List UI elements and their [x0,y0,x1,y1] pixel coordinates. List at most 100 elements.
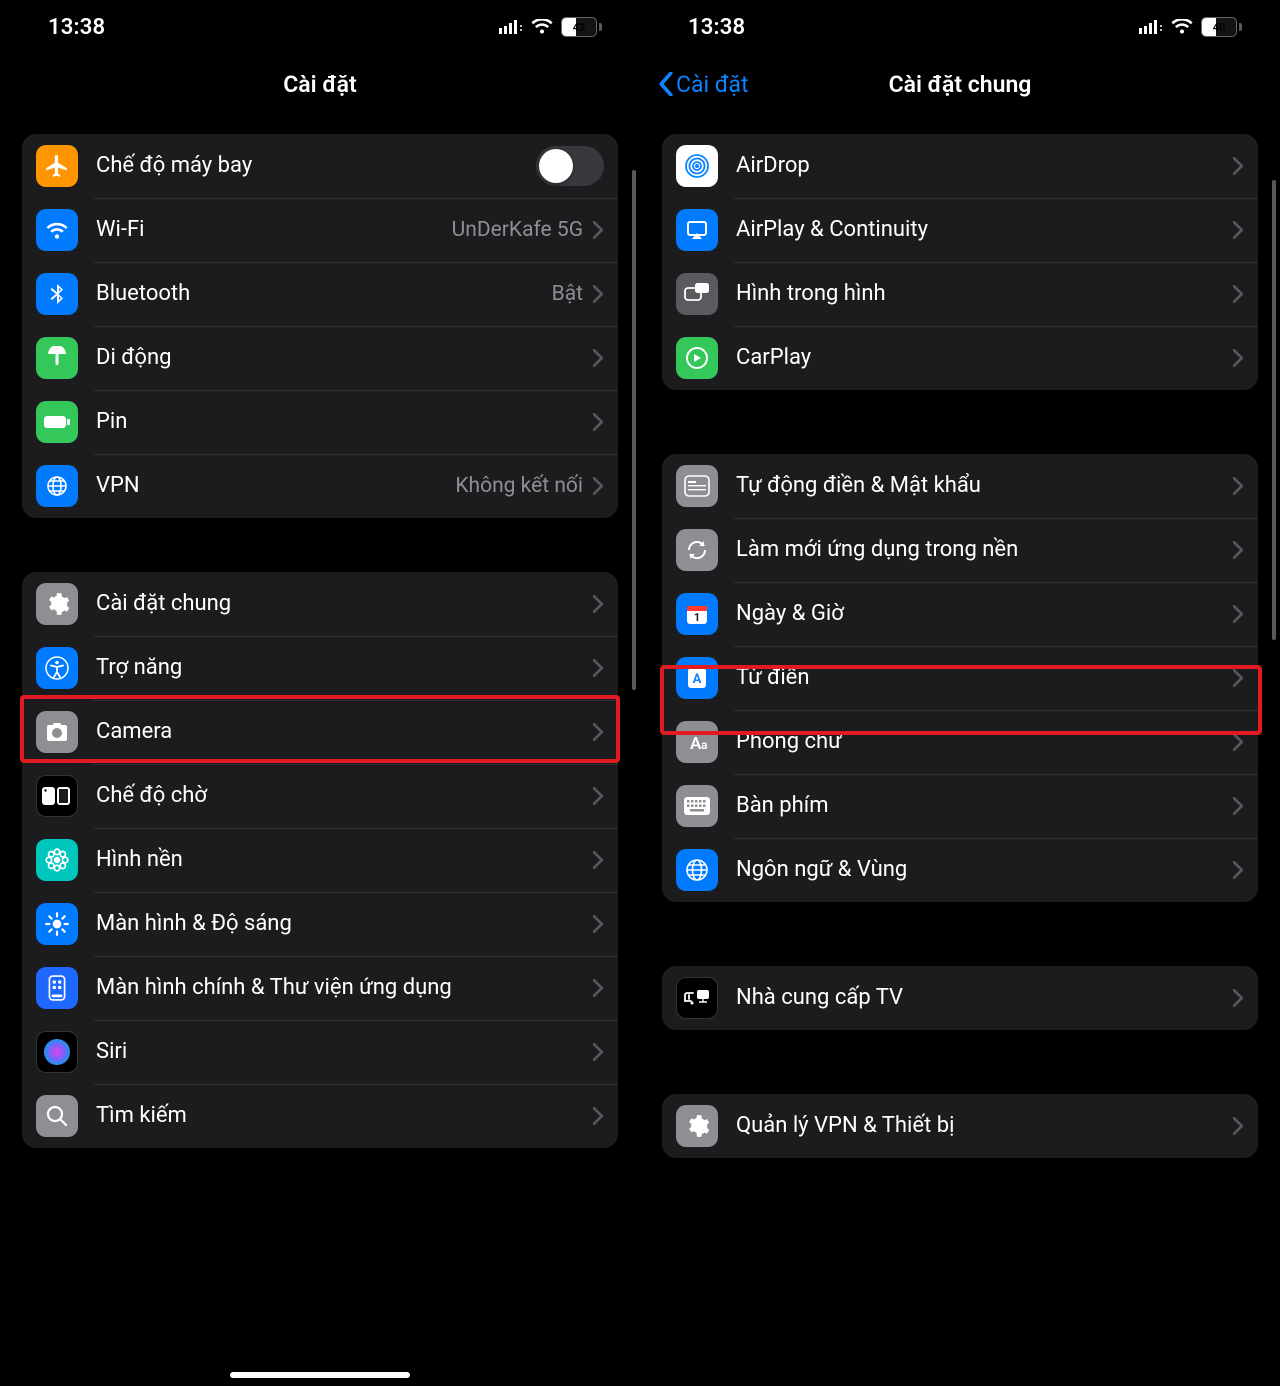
gear-icon [36,583,78,625]
row-label: Bluetooth [96,281,552,307]
chevron-right-icon [593,787,604,805]
row-label: Trợ năng [96,655,593,681]
scrollbar[interactable] [1272,180,1276,640]
row-label: Ngôn ngữ & Vùng [736,857,1233,883]
group-tv: Nhà cung cấp TV [662,966,1258,1030]
battery-indicator: 42 [561,17,602,37]
settings-row-homescreen[interactable]: Màn hình chính & Thư viện ứng dụng [22,956,618,1020]
status-icons: 40 [1139,17,1242,37]
wifi-icon [36,209,78,251]
chevron-right-icon [593,659,604,677]
airplay-icon [676,209,718,251]
toggle-switch[interactable] [536,146,604,186]
pip-icon [676,273,718,315]
standby-icon [36,775,78,817]
row-label: Siri [96,1039,593,1065]
settings-row-wallpaper[interactable]: Hình nền [22,828,618,892]
airplane-icon [36,145,78,187]
chevron-right-icon [593,915,604,933]
chevron-right-icon [1233,989,1244,1007]
tvprovider-icon [676,977,718,1019]
search-icon [36,1095,78,1137]
settings-row-carplay[interactable]: CarPlay [662,326,1258,390]
chevron-right-icon [1233,669,1244,687]
chevron-left-icon [658,72,674,96]
phone-right: 13:38 40 Cài đặt Cài đặt chung AirDropAi… [640,0,1280,1386]
row-detail: Bật [552,282,583,306]
row-label: Tìm kiếm [96,1103,593,1129]
settings-row-airplay[interactable]: AirPlay & Continuity [662,198,1258,262]
settings-row-refresh[interactable]: Làm mới ứng dụng trong nền [662,518,1258,582]
row-label: Bàn phím [736,793,1233,819]
chevron-right-icon [1233,477,1244,495]
settings-row-keyboard[interactable]: Bàn phím [662,774,1258,838]
row-label: Ngày & Giờ [736,601,1233,627]
row-label: Chế độ máy bay [96,153,536,179]
settings-row-camera[interactable]: Camera [22,700,618,764]
svg-text:A: A [693,672,702,687]
row-label: AirDrop [736,153,1233,179]
group-airdrop: AirDrop AirPlay & Continuity Hình trong hì… [662,134,1258,390]
group-vpn: Quản lý VPN & Thiết bị [662,1094,1258,1158]
cellular-icon [1139,20,1163,34]
row-label: VPN [96,473,455,499]
chevron-right-icon [1233,605,1244,623]
dictionary-icon: A [676,657,718,699]
vpndevice-icon [676,1105,718,1147]
settings-row-fonts[interactable]: AaPhông chữ [662,710,1258,774]
row-label: Cài đặt chung [96,591,593,617]
home-indicator[interactable] [230,1372,410,1378]
row-label: Từ điển [736,665,1233,691]
row-label: Hình trong hình [736,281,1233,307]
airdrop-icon [676,145,718,187]
settings-row-autofill[interactable]: Tự động điền & Mật khẩu [662,454,1258,518]
settings-row-wifi[interactable]: Wi-FiUnDerKafe 5G [22,198,618,262]
carplay-icon [676,337,718,379]
settings-row-brightness[interactable]: Màn hình & Độ sáng [22,892,618,956]
settings-row-pip[interactable]: Hình trong hình [662,262,1258,326]
scrollbar[interactable] [632,170,636,690]
settings-row-gear[interactable]: Cài đặt chung [22,572,618,636]
settings-row-dictionary[interactable]: A Từ điển [662,646,1258,710]
settings-row-search[interactable]: Tìm kiếm [22,1084,618,1148]
chevron-right-icon [593,285,604,303]
row-detail: Không kết nối [455,474,583,498]
settings-row-bluetooth[interactable]: BluetoothBật [22,262,618,326]
row-label: Quản lý VPN & Thiết bị [736,1113,1233,1139]
settings-row-battery[interactable]: Pin [22,390,618,454]
date-icon: 1 [676,593,718,635]
autofill-icon [676,465,718,507]
chevron-right-icon [593,349,604,367]
cellular-icon [499,20,523,34]
row-detail: UnDerKafe 5G [452,218,583,242]
settings-row-vpndevice[interactable]: Quản lý VPN & Thiết bị [662,1094,1258,1158]
back-button[interactable]: Cài đặt [658,54,749,114]
settings-row-cellular[interactable]: Di động [22,326,618,390]
settings-row-airplane[interactable]: Chế độ máy bay [22,134,618,198]
chevron-right-icon [593,1043,604,1061]
settings-row-standby[interactable]: Chế độ chờ [22,764,618,828]
settings-row-language[interactable]: Ngôn ngữ & Vùng [662,838,1258,902]
settings-row-siri[interactable]: Siri [22,1020,618,1084]
row-label: Tự động điền & Mật khẩu [736,473,1233,499]
status-time: 13:38 [688,15,745,40]
settings-row-tvprovider[interactable]: Nhà cung cấp TV [662,966,1258,1030]
settings-row-airdrop[interactable]: AirDrop [662,134,1258,198]
settings-row-globe[interactable]: VPNKhông kết nối [22,454,618,518]
settings-row-accessibility[interactable]: Trợ năng [22,636,618,700]
accessibility-icon [36,647,78,689]
nav-bar: Cài đặt Cài đặt chung [640,54,1280,114]
chevron-right-icon [1233,157,1244,175]
row-label: Màn hình & Độ sáng [96,911,593,937]
wifi-icon [1171,19,1193,35]
chevron-right-icon [593,477,604,495]
status-bar: 13:38 40 [640,0,1280,54]
chevron-right-icon [593,851,604,869]
settings-row-date[interactable]: 1 Ngày & Giờ [662,582,1258,646]
row-label: AirPlay & Continuity [736,217,1233,243]
row-label: Phông chữ [736,729,1233,755]
chevron-right-icon [593,1107,604,1125]
group-general: Cài đặt chung Trợ năng CameraChế độ chờHìn… [22,572,618,1148]
chevron-right-icon [593,413,604,431]
row-label: Làm mới ứng dụng trong nền [736,537,1233,563]
